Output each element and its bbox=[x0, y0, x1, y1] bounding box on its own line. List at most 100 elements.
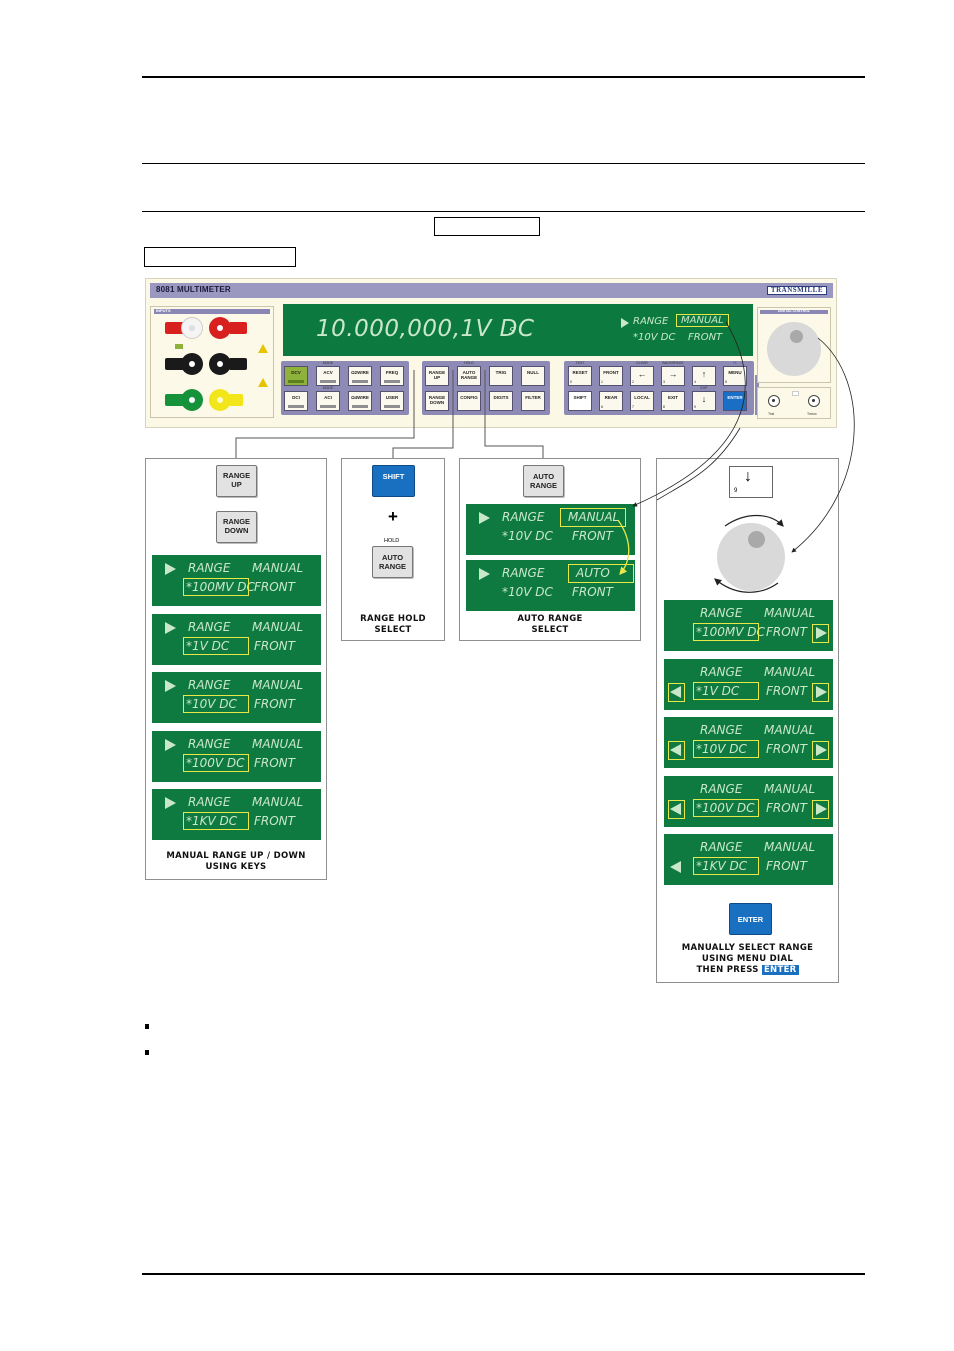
guard-jack[interactable] bbox=[181, 389, 203, 411]
play-arrow-icon bbox=[621, 318, 629, 328]
acv-key[interactable]: ACV bbox=[316, 366, 340, 386]
range-value-highlight bbox=[693, 798, 759, 817]
range-mode: MANUAL bbox=[764, 664, 816, 679]
left-arrow-key[interactable]: ← 2 bbox=[630, 366, 654, 386]
shift-key[interactable]: SHIFT bbox=[372, 465, 415, 497]
ohm-2wire-key[interactable]: Ω2WIRE bbox=[348, 366, 372, 386]
digital-control-header: DIGITAL CONTROL bbox=[760, 309, 828, 314]
range-mode: MANUAL bbox=[764, 840, 816, 854]
null-key[interactable]: NULL bbox=[521, 366, 545, 386]
digits-key[interactable]: DIGITS bbox=[489, 391, 513, 411]
status-led bbox=[792, 391, 799, 396]
range-down-key[interactable]: RANGE DOWN bbox=[216, 511, 257, 543]
right-arrow-key[interactable]: → 3 bbox=[661, 366, 685, 386]
range-up-key[interactable]: RANGE UP bbox=[425, 366, 449, 386]
terminals-value: FRONT bbox=[766, 800, 807, 815]
range-label: RANGE bbox=[700, 664, 743, 679]
bnc-panel: Trat Tmsrc bbox=[757, 387, 831, 419]
current-hi-jack[interactable] bbox=[209, 317, 231, 339]
range-value-highlight bbox=[693, 623, 759, 641]
range-label: RANGE bbox=[502, 566, 545, 580]
arrow-highlight bbox=[812, 741, 829, 760]
panel-caption: AUTO RANGE SELECT bbox=[517, 614, 583, 635]
menu-key[interactable]: MENU 5 bbox=[723, 366, 747, 386]
dci-key[interactable]: DCI bbox=[284, 391, 308, 411]
down-arrow-key[interactable]: ↓ 9 bbox=[729, 466, 773, 498]
play-arrow-icon bbox=[165, 738, 176, 751]
range-label: RANGE bbox=[700, 781, 743, 796]
range-mode: MANUAL bbox=[764, 781, 816, 796]
current-hi-tab bbox=[229, 322, 247, 334]
range-lcd-display: RANGE MANUAL *1V DC FRONT bbox=[664, 658, 833, 710]
tmsrc-bnc-connector[interactable] bbox=[808, 395, 820, 407]
down-arrow-key[interactable]: ↓ 9 bbox=[692, 391, 716, 411]
arrow-highlight bbox=[812, 682, 829, 702]
key-shift-label: CLEAR bbox=[636, 361, 648, 365]
function-keypad: DCV MODE ACV Ω2WIRE FREQ DCI MODE ACI Ω4… bbox=[281, 361, 409, 415]
terminals-value: FRONT bbox=[254, 697, 295, 711]
up-arrow-key[interactable]: ↑ 4 bbox=[692, 366, 716, 386]
auto-range-key[interactable]: AUTO RANGE bbox=[372, 546, 413, 578]
range-lcd-display: RANGE MANUAL *10V DC FRONT bbox=[152, 672, 321, 723]
arrow-highlight bbox=[668, 741, 685, 760]
freq-key[interactable]: FREQ bbox=[380, 366, 404, 386]
inputs-header: INPUTS bbox=[154, 308, 270, 314]
range-label: RANGE bbox=[700, 723, 743, 737]
range-mode: MANUAL bbox=[252, 736, 304, 751]
amps-jack[interactable] bbox=[209, 389, 231, 411]
reset-key[interactable]: RESET 0 bbox=[568, 366, 592, 386]
range-value: *10V DC bbox=[502, 585, 553, 599]
range-keypad: RANGE UP HOLD AUTO RANGE TRIG NULL RANGE… bbox=[422, 361, 550, 415]
dcv-key[interactable]: DCV bbox=[284, 366, 308, 386]
key-shift-label: MODE bbox=[322, 361, 334, 365]
exit-key[interactable]: EXIT 8 bbox=[661, 391, 685, 411]
aci-key[interactable]: ACI bbox=[316, 391, 340, 411]
auto-range-key[interactable]: AUTO RANGE bbox=[523, 465, 564, 497]
range-value-highlight bbox=[693, 681, 759, 700]
play-arrow-icon bbox=[165, 680, 176, 692]
range-mode: MANUAL bbox=[764, 606, 816, 620]
range-label: RANGE bbox=[633, 316, 669, 327]
v-lo-jack[interactable] bbox=[181, 353, 203, 375]
range-down-key[interactable]: RANGE DOWN bbox=[425, 391, 449, 411]
trig-key[interactable]: TRIG bbox=[489, 366, 513, 386]
terminals-value: FRONT bbox=[572, 529, 613, 543]
menu-dial-panel: ↓ 9 RANGE MANUAL *100MV DC FRONT RANGE MANUAL… bbox=[656, 458, 839, 983]
arrow-down-icon: ↓ bbox=[701, 394, 707, 404]
enter-key[interactable]: ENTER bbox=[729, 903, 772, 935]
range-lcd-display: RANGE MANUAL *1KV DC FRONT bbox=[664, 834, 833, 885]
auto-range-panel: AUTO RANGE RANGE MANUAL *10V DC FRONT RANGE A… bbox=[459, 458, 641, 641]
v-hi-sense-jack[interactable] bbox=[181, 317, 203, 339]
shift-key[interactable]: SHIFT bbox=[568, 391, 592, 411]
bnc-label: Trat bbox=[768, 412, 775, 416]
local-key[interactable]: LOCAL 7 bbox=[630, 391, 654, 411]
range-up-key[interactable]: RANGE UP bbox=[216, 465, 257, 497]
current-lo-jack[interactable] bbox=[209, 353, 231, 375]
trigger-bnc-connector[interactable] bbox=[768, 395, 780, 407]
range-label: RANGE bbox=[188, 678, 231, 692]
play-arrow-icon bbox=[165, 797, 176, 809]
enter-key[interactable]: ENTER bbox=[723, 391, 747, 411]
range-label: RANGE bbox=[188, 561, 231, 575]
menu-dial-knob[interactable] bbox=[717, 523, 785, 591]
range-value-highlight bbox=[183, 695, 249, 713]
range-value-highlight bbox=[183, 636, 249, 655]
range-value-highlight bbox=[183, 578, 249, 596]
range-mode: MANUAL bbox=[252, 561, 304, 575]
menu-dial-knob[interactable] bbox=[767, 322, 821, 376]
range-lcd-display: RANGE MANUAL *100V DC FRONT bbox=[664, 775, 833, 827]
footer-rule bbox=[142, 1273, 865, 1275]
config-key[interactable]: CONFIG bbox=[457, 391, 481, 411]
ohm-4wire-key[interactable]: Ω4WIRE bbox=[348, 391, 372, 411]
auto-range-key[interactable]: AUTO RANGE bbox=[457, 366, 481, 386]
title-bar: 8081 MULTIMETER TRANSMILLE bbox=[150, 283, 833, 298]
range-mode: MANUAL bbox=[252, 795, 304, 809]
user-key[interactable]: USER bbox=[380, 391, 404, 411]
panel-caption: MANUAL RANGE UP / DOWN USING KEYS bbox=[166, 851, 306, 872]
terminals-value: FRONT bbox=[254, 580, 295, 594]
terminals-value: FRONT bbox=[254, 814, 295, 828]
terminals-value: FRONT bbox=[766, 859, 807, 873]
front-key[interactable]: FRONT 1 bbox=[599, 366, 623, 386]
filter-key[interactable]: FILTER bbox=[521, 391, 545, 411]
rear-key[interactable]: REAR 6 bbox=[599, 391, 623, 411]
